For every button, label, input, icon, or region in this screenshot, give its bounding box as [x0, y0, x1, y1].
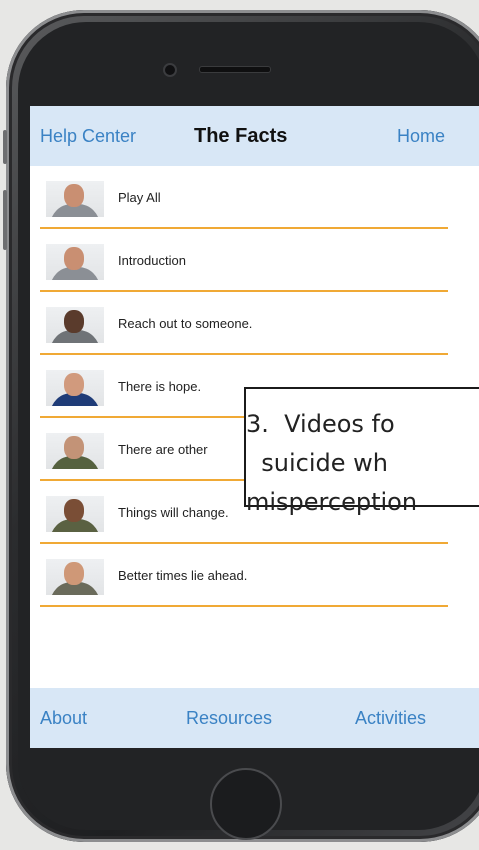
navigation-bar: Help Center The Facts Home: [30, 106, 479, 166]
tab-bar: About Resources Activities: [30, 688, 479, 748]
thumbnail-head: [64, 436, 84, 459]
thumbnail-head: [64, 562, 84, 585]
tab-resources[interactable]: Resources: [186, 708, 272, 729]
thumbnail-head: [64, 499, 84, 522]
video-thumbnail: [46, 433, 104, 469]
thumbnail-head: [64, 184, 84, 207]
mute-switch: [3, 130, 7, 164]
video-list-item[interactable]: Better times lie ahead.: [30, 544, 479, 607]
caption-callout-box: 3. Videos fo suicide wh misperception: [244, 387, 479, 516]
row-divider: [40, 605, 448, 607]
page-title: The Facts: [194, 125, 288, 147]
earpiece-speaker: [199, 66, 271, 73]
home-button[interactable]: [210, 768, 282, 840]
caption-text: 3. Videos fo suicide wh misperception: [246, 410, 418, 516]
thumbnail-head: [64, 247, 84, 270]
video-thumbnail: [46, 559, 104, 595]
video-title: Play All: [118, 190, 161, 205]
thumbnail-head: [64, 310, 84, 333]
video-list-item[interactable]: Play All: [30, 166, 479, 229]
video-thumbnail: [46, 307, 104, 343]
video-list-item[interactable]: Reach out to someone.: [30, 292, 479, 355]
video-title: There are other: [118, 442, 208, 457]
help-center-button[interactable]: Help Center: [40, 126, 136, 147]
thumbnail-head: [64, 373, 84, 396]
video-title: Introduction: [118, 253, 186, 268]
video-title: Reach out to someone.: [118, 316, 253, 331]
tab-activities[interactable]: Activities: [355, 708, 426, 729]
video-title: Things will change.: [118, 505, 229, 520]
video-thumbnail: [46, 370, 104, 406]
video-title: There is hope.: [118, 379, 202, 394]
video-thumbnail: [46, 181, 104, 217]
home-nav-button[interactable]: Home: [397, 126, 445, 147]
video-title: Better times lie ahead.: [118, 568, 248, 583]
volume-up-button: [3, 190, 7, 250]
video-thumbnail: [46, 496, 104, 532]
video-list-item[interactable]: Introduction: [30, 229, 479, 292]
tab-about[interactable]: About: [40, 708, 87, 729]
front-camera: [163, 63, 177, 77]
video-thumbnail: [46, 244, 104, 280]
